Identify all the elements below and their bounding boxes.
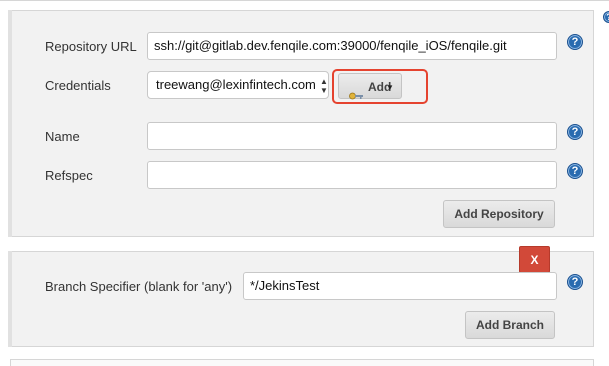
dropdown-arrow-icon: ▼ [386,83,394,92]
help-icon[interactable]: ? [567,124,583,140]
credentials-select-value: treewang@lexinfintech.com [156,77,316,92]
add-credentials-button[interactable]: Add ▼ [338,73,402,100]
delete-branch-button[interactable]: X [519,246,550,273]
repository-url-input[interactable]: ssh://git@gitlab.dev.fenqile.com:39000/f… [147,32,557,60]
repository-url-label: Repository URL [45,39,137,54]
name-input[interactable] [147,122,557,150]
branch-specifier-input[interactable]: */JekinsTest [243,272,557,300]
credentials-label: Credentials [45,78,111,93]
select-arrows-icon: ▲ ▼ [320,77,328,95]
help-icon[interactable]: ? [567,163,583,179]
help-icon[interactable]: ? [567,274,583,290]
key-icon [349,83,363,100]
refspec-input[interactable] [147,161,557,189]
add-repository-button[interactable]: Add Repository [443,200,555,228]
refspec-label: Refspec [45,168,93,183]
top-divider [0,0,609,1]
name-label: Name [45,129,80,144]
branch-specifier-label: Branch Specifier (blank for 'any') [45,279,233,294]
help-icon[interactable]: ? [603,11,609,23]
credentials-select[interactable]: treewang@lexinfintech.com ▲ ▼ [147,71,329,99]
add-branch-button[interactable]: Add Branch [465,311,555,339]
next-section-edge [10,359,594,366]
help-icon[interactable]: ? [567,34,583,50]
